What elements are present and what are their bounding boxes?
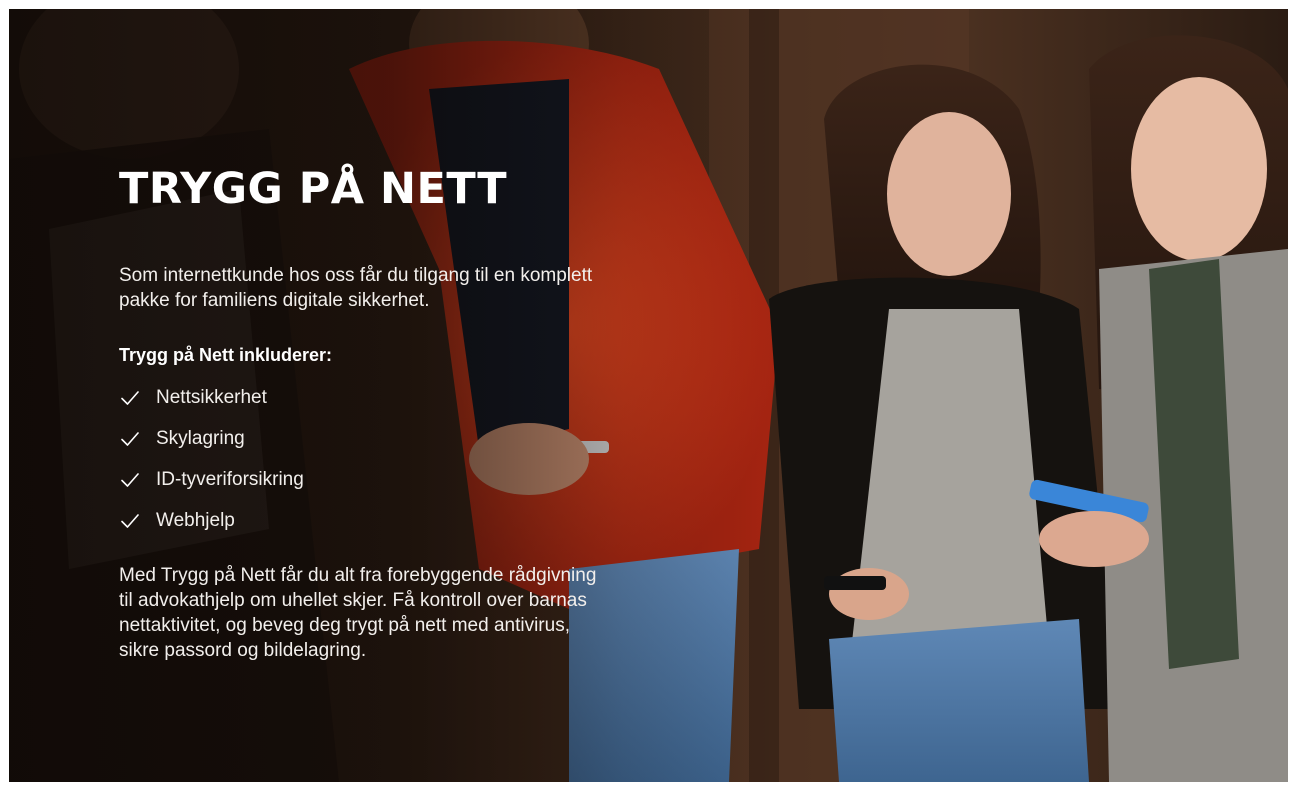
feature-label: Skylagring [156, 427, 245, 449]
feature-item-webhjelp: Webhjelp [119, 500, 599, 541]
includes-heading: Trygg på Nett inkluderer: [119, 345, 333, 365]
feature-item-id-tyveriforsikring: ID-tyveriforsikring [119, 459, 599, 500]
check-icon [119, 469, 141, 491]
page-title: TRYGG PÅ NETT [119, 164, 508, 214]
check-icon [119, 428, 141, 450]
feature-item-nettsikkerhet: Nettsikkerhet [119, 377, 599, 418]
intro-text: Som internettkunde hos oss får du tilgan… [119, 265, 593, 311]
check-icon [119, 510, 141, 532]
check-icon [119, 387, 141, 409]
feature-list: Nettsikkerhet Skylagring ID-tyveriforsik… [119, 377, 599, 541]
feature-label: Nettsikkerhet [156, 386, 267, 408]
feature-label: ID-tyveriforsikring [156, 468, 304, 490]
feature-label: Webhjelp [156, 509, 235, 531]
hero-banner: TRYGG PÅ NETT Som internettkunde hos oss… [9, 9, 1288, 782]
feature-item-skylagring: Skylagring [119, 418, 599, 459]
hero-content: TRYGG PÅ NETT Som internettkunde hos oss… [119, 159, 599, 663]
outro-text: Med Trygg på Nett får du alt fra forebyg… [119, 565, 597, 661]
